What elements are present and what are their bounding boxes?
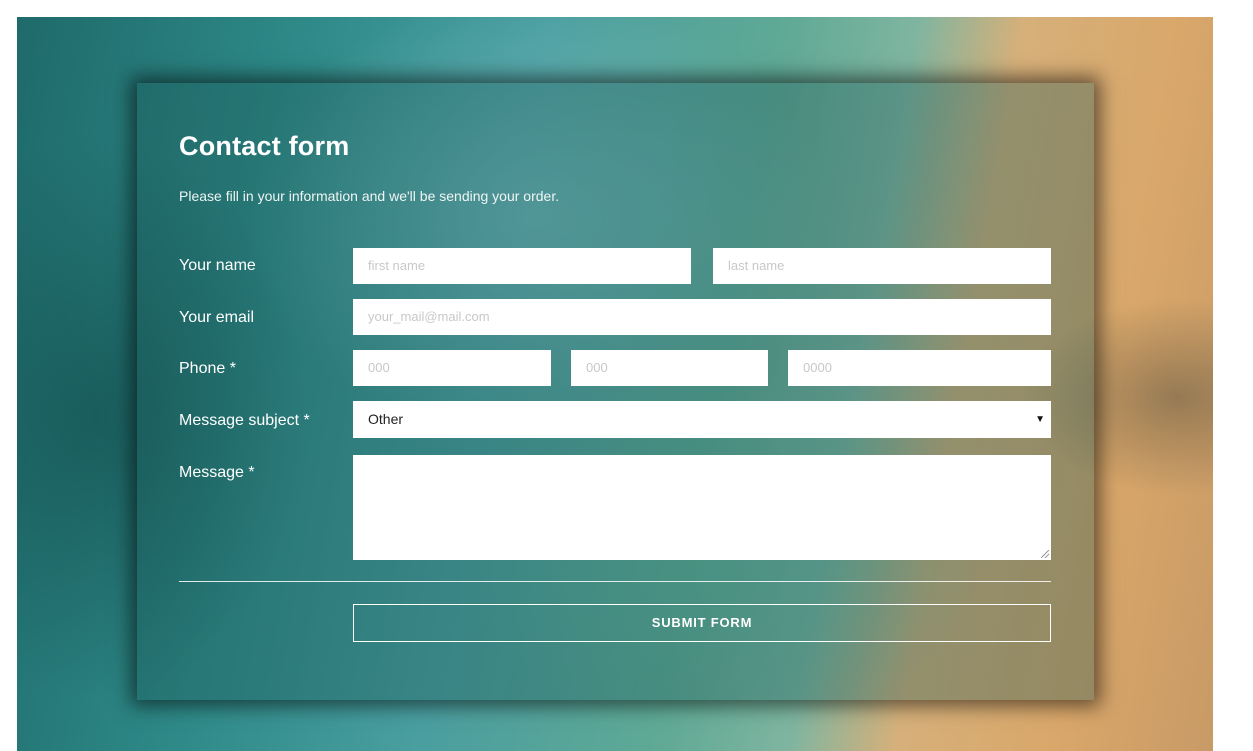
first-name-placeholder: first name [368,258,426,273]
email-label: Your email [179,309,255,326]
dropdown-caret-icon: ▼ [1035,414,1045,425]
last-name-input[interactable]: last name [713,248,1051,284]
submit-button[interactable]: SUBMIT FORM [353,604,1051,642]
phone-area-placeholder: 000 [368,360,390,375]
first-name-input[interactable]: first name [353,248,691,284]
phone-line-placeholder: 0000 [803,360,832,375]
subject-selected-value: Other [368,411,404,427]
form-title: Contact form [179,131,350,161]
phone-area-input[interactable]: 000 [353,350,551,386]
resize-grip-icon[interactable] [1041,550,1049,558]
email-input[interactable]: your_mail@mail.com [353,299,1051,335]
form-subtitle: Please fill in your information and we'l… [179,188,560,204]
message-textarea[interactable] [353,455,1051,560]
message-label: Message * [179,464,255,481]
phone-label: Phone * [179,360,236,377]
subject-label: Message subject * [179,412,310,429]
phone-prefix-input[interactable]: 000 [571,350,768,386]
subject-select[interactable]: Other ▼ [353,401,1051,438]
phone-prefix-placeholder: 000 [586,360,608,375]
form-divider [179,581,1051,582]
phone-line-input[interactable]: 0000 [788,350,1051,386]
email-placeholder: your_mail@mail.com [368,309,490,324]
contact-form-card: Contact form Please fill in your informa… [137,83,1094,700]
last-name-placeholder: last name [728,258,785,273]
name-label: Your name [179,257,256,274]
